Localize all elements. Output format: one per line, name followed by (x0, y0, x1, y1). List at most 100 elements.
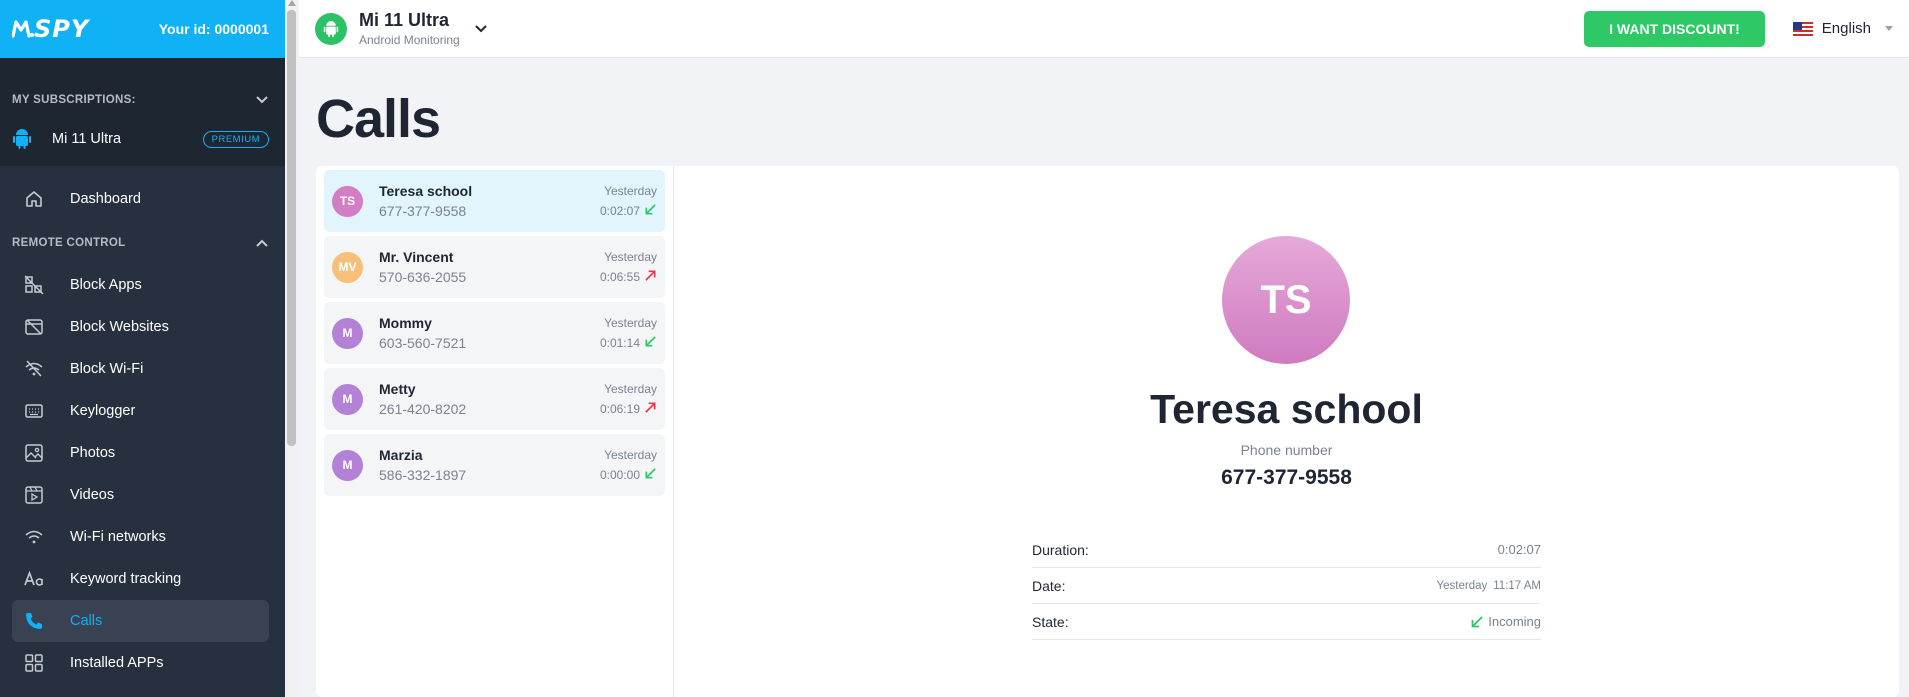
avatar: TS (332, 185, 363, 217)
calls-panel: TS Teresa school 677-377-9558 Yesterday … (316, 166, 1899, 697)
sidebar-item-installed-apps[interactable]: Installed APPs (12, 642, 269, 684)
language-selector[interactable]: English (1792, 20, 1893, 37)
sidebar-item-label: Photos (70, 445, 116, 461)
sidebar-item-label: Videos (70, 487, 115, 503)
top-header: Mi 11 Ultra Android Monitoring I WANT DI… (299, 0, 1909, 58)
premium-badge: PREMIUM (202, 130, 269, 148)
avatar: M (332, 317, 363, 349)
sidebar-item-label: Block Wi-Fi (70, 361, 144, 377)
sidebar-item-wifi-networks[interactable]: Wi-Fi networks (12, 516, 269, 558)
wifi-icon (22, 525, 46, 549)
caller-name: Mommy (379, 315, 432, 331)
sidebar-item-keyword-tracking[interactable]: Keyword tracking (12, 558, 269, 600)
block-websites-icon (22, 315, 46, 339)
text-icon (22, 567, 46, 591)
call-list-item[interactable]: M Mommy 603-560-7521 Yesterday 0:01:14 (324, 302, 665, 364)
phone-icon (22, 609, 46, 633)
call-day: Yesterday (604, 249, 657, 264)
duration-row: Duration: 0:02:07 (1032, 532, 1541, 568)
m-logo-icon (12, 20, 34, 38)
incoming-arrow-icon (640, 335, 657, 351)
duration-label: Duration: (1032, 541, 1089, 558)
caller-number: 261-420-8202 (379, 401, 467, 417)
call-detail: TS Teresa school Phone number 677-377-95… (674, 166, 1899, 697)
sidebar-item-keylogger[interactable]: Keylogger (12, 390, 269, 432)
apps-icon (22, 651, 46, 675)
sidebar-item-label: Block Apps (70, 277, 142, 293)
subscriptions-toggle[interactable]: MY SUBSCRIPTIONS: (12, 58, 269, 124)
sidebar-item-label: Dashboard (70, 191, 141, 207)
outgoing-arrow-icon (640, 269, 657, 285)
duration-value: 0:02:07 (1497, 542, 1541, 557)
sidebar-item-calls[interactable]: Calls (12, 600, 269, 642)
chevron-down-icon (256, 96, 268, 104)
sidebar-item-photos[interactable]: Photos (12, 432, 269, 474)
sidebar-item-dashboard[interactable]: Dashboard (12, 178, 269, 220)
photo-icon (22, 441, 46, 465)
page-title: Calls (316, 89, 441, 149)
state-label: State: (1032, 613, 1069, 630)
date-day: Yesterday (1436, 579, 1488, 592)
chevron-down-icon (475, 24, 487, 32)
caller-number: 570-636-2055 (379, 269, 467, 285)
device-selector[interactable]: Mi 11 Ultra Android Monitoring (359, 10, 460, 47)
caller-number: 603-560-7521 (379, 335, 467, 351)
call-duration: 0:01:14 (599, 335, 640, 350)
scroll-up-arrow-icon[interactable] (288, 0, 296, 6)
user-id: Your id: 0000001 (158, 21, 269, 37)
sidebar: SPY Your id: 0000001 MY SUBSCRIPTIONS: M… (0, 0, 285, 697)
incoming-arrow-icon (640, 467, 657, 483)
us-flag-icon (1792, 21, 1813, 36)
remote-control-section[interactable]: REMOTE CONTROL (12, 222, 269, 264)
block-wifi-icon (22, 357, 46, 381)
call-duration: 0:02:07 (599, 203, 640, 218)
subscription-device-name: Mi 11 Ultra (52, 131, 122, 147)
sidebar-item-label: Keyword tracking (70, 571, 182, 587)
call-list-item[interactable]: MV Mr. Vincent 570-636-2055 Yesterday 0:… (324, 236, 665, 298)
subscriptions-block: MY SUBSCRIPTIONS: Mi 11 Ultra PREMIUM (0, 58, 285, 166)
sidebar-item-label: Keylogger (70, 403, 136, 419)
sidebar-item-block-wifi[interactable]: Block Wi-Fi (12, 348, 269, 390)
state-row: State: Incoming (1032, 604, 1541, 640)
keyboard-icon (22, 399, 46, 423)
device-dropdown-button[interactable] (474, 24, 488, 34)
caller-name: Teresa school (379, 183, 473, 199)
sidebar-scrollbar[interactable] (285, 0, 299, 697)
date-row: Date: Yesterday 11:17 AM (1032, 568, 1541, 604)
sidebar-item-videos[interactable]: Videos (12, 474, 269, 516)
call-list-item[interactable]: M Metty 261-420-8202 Yesterday 0:06:19 (324, 368, 665, 430)
call-list-item[interactable]: M Marzia 586-332-1897 Yesterday 0:00:00 (324, 434, 665, 496)
remote-control-label: REMOTE CONTROL (12, 237, 126, 249)
incoming-arrow-icon (1471, 615, 1483, 627)
contact-avatar: TS (1222, 236, 1350, 364)
scrollbar-thumb[interactable] (287, 10, 296, 446)
discount-button[interactable]: I WANT DISCOUNT! (1584, 10, 1765, 47)
sidebar-nav: Dashboard REMOTE CONTROL Block Apps Bloc… (0, 166, 285, 684)
language-label: English (1821, 20, 1871, 37)
outgoing-arrow-icon (640, 401, 657, 417)
sidebar-item-label: Installed APPs (70, 655, 164, 671)
avatar: M (332, 383, 363, 415)
avatar: M (332, 449, 363, 481)
logo-text: SPY (34, 15, 90, 43)
device-android-icon (315, 12, 347, 45)
sidebar-item-label: Wi-Fi networks (70, 529, 166, 545)
avatar: MV (332, 251, 363, 283)
date-label: Date: (1032, 577, 1066, 594)
subscription-device[interactable]: Mi 11 Ultra PREMIUM (12, 124, 269, 154)
call-day: Yesterday (604, 183, 657, 198)
video-icon (22, 483, 46, 507)
call-duration: 0:06:55 (599, 269, 640, 284)
subscriptions-label: MY SUBSCRIPTIONS: (12, 94, 136, 106)
sidebar-item-label: Calls (70, 613, 103, 629)
contact-name: Teresa school (1150, 386, 1423, 432)
mspy-logo[interactable]: SPY (12, 15, 89, 43)
sidebar-item-block-websites[interactable]: Block Websites (12, 306, 269, 348)
phone-number: 677-377-9558 (1221, 466, 1352, 489)
incoming-arrow-icon (640, 203, 657, 219)
call-list-item[interactable]: TS Teresa school 677-377-9558 Yesterday … (324, 170, 665, 232)
caller-name: Metty (379, 381, 416, 397)
sidebar-item-block-apps[interactable]: Block Apps (12, 264, 269, 306)
call-duration: 0:06:19 (599, 401, 640, 416)
home-icon (22, 187, 46, 211)
